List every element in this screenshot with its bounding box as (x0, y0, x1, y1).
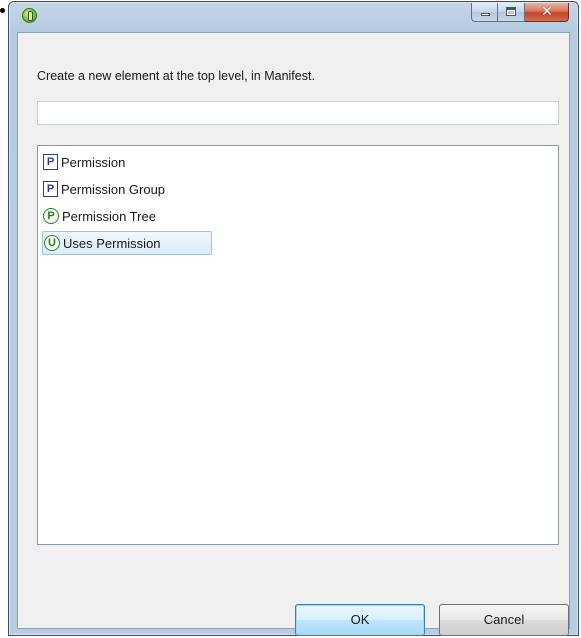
list-item-permission-tree[interactable]: P Permission Tree (42, 204, 160, 228)
maximize-icon (506, 7, 516, 16)
permission-group-icon: P (43, 181, 58, 197)
close-icon: ✕ (541, 4, 553, 20)
dialog-body: Create a new element at the top level, i… (17, 32, 570, 636)
cancel-button[interactable]: Cancel (439, 604, 569, 636)
permission-icon: P (43, 154, 58, 170)
list-item-permission-group[interactable]: P Permission Group (42, 177, 169, 201)
ok-button[interactable]: OK (295, 604, 425, 636)
uses-permission-icon: U (44, 235, 60, 251)
list-item-label: Permission Group (61, 181, 166, 197)
minimize-button[interactable] (471, 3, 498, 22)
list-item-label: Permission (61, 154, 126, 170)
list-item-label: Permission Tree (62, 208, 156, 224)
permission-tree-icon: P (43, 208, 59, 224)
prompt-label: Create a new element at the top level, i… (37, 69, 315, 83)
title-bar[interactable]: ✕ (9, 2, 578, 32)
close-button[interactable]: ✕ (525, 3, 569, 22)
list-item-label: Uses Permission (63, 235, 161, 251)
minimize-icon (481, 13, 490, 16)
filter-input[interactable] (37, 101, 559, 125)
bullet-dot (0, 8, 5, 13)
android-app-icon (22, 8, 37, 23)
list-item-permission[interactable]: P Permission (42, 150, 129, 174)
caption-buttons: ✕ (471, 3, 569, 23)
maximize-button[interactable] (498, 3, 525, 22)
dialog-window: ✕ Create a new element at the top level,… (8, 1, 579, 636)
element-list[interactable]: P Permission P Permission Group P Permis… (37, 145, 559, 545)
list-item-uses-permission[interactable]: U Uses Permission (42, 231, 212, 255)
